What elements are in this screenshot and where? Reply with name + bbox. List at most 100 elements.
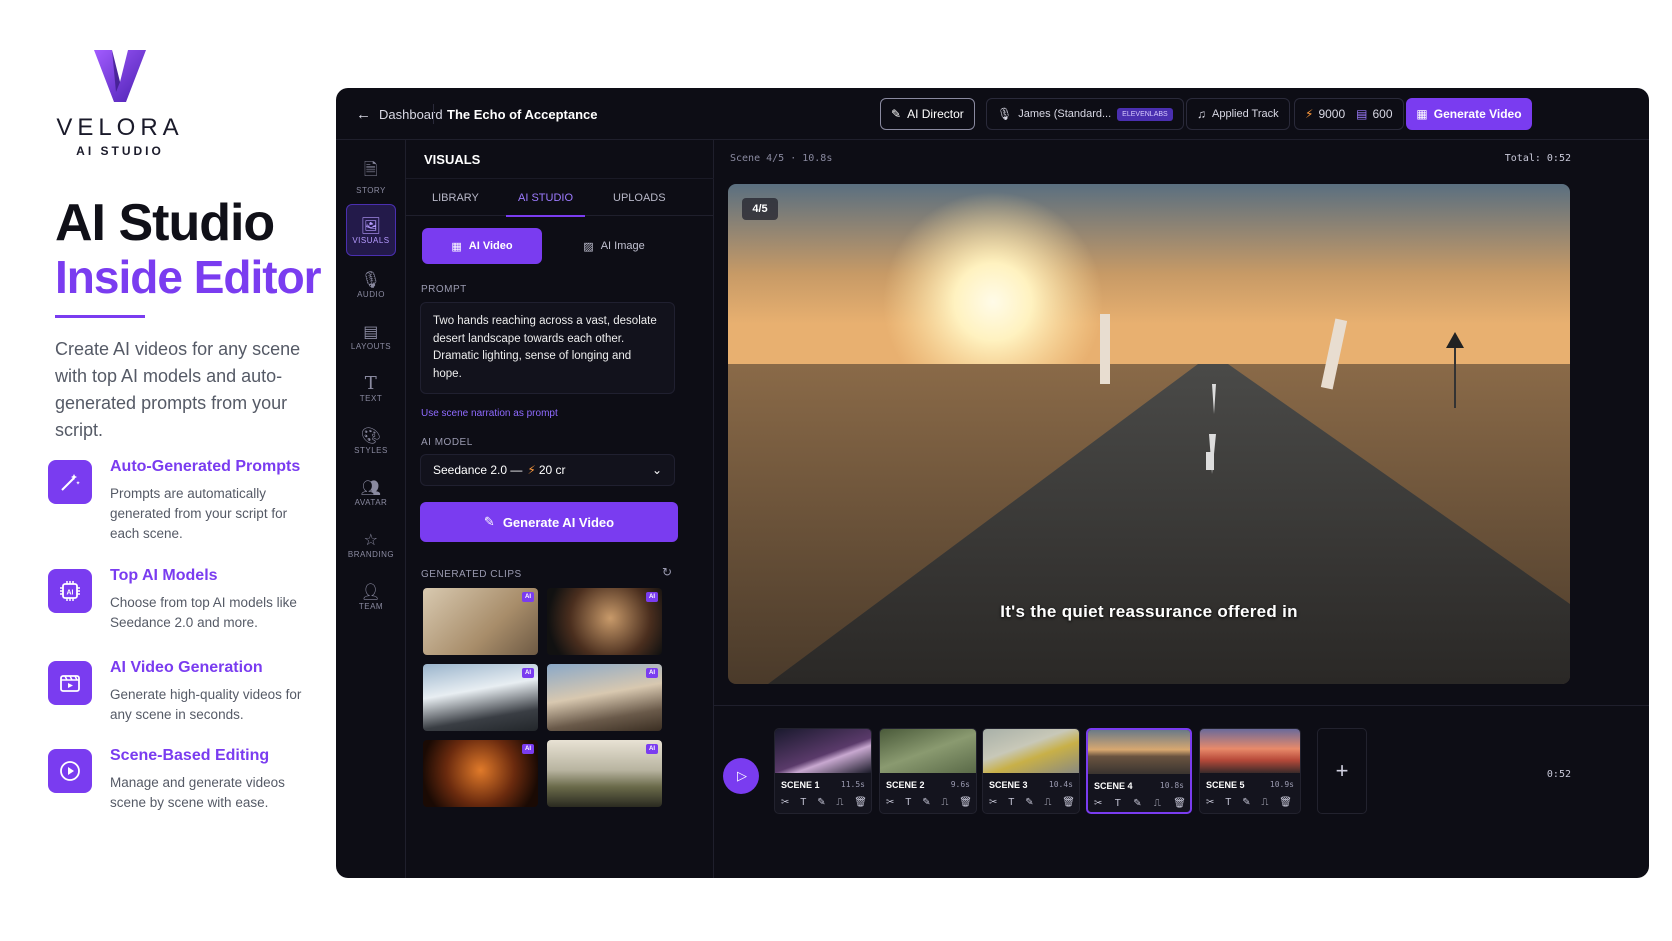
tab-ai-studio[interactable]: AI STUDIO [506,179,586,217]
scissors-icon[interactable]: ✂ [886,797,894,808]
sidebar-item-avatar[interactable]: 👥︎ AVATAR [346,466,396,518]
back-to-dashboard[interactable]: ← Dashboard [356,98,443,130]
text-icon[interactable]: T [800,797,806,808]
use-scene-narration-link[interactable]: Use scene narration as prompt [421,408,558,419]
generate-video-label: Generate Video [1433,107,1522,121]
feature-title: Top AI Models [110,567,218,584]
sidebar-item-story[interactable]: 🗎︎ STORY [346,150,396,202]
scene-card[interactable]: SCENE 1 11.5s ✂ T ✎ ⎍ 🗑︎ [774,728,872,814]
scene-card[interactable]: SCENE 5 10.9s ✂ T ✎ ⎍ 🗑︎ [1199,728,1301,814]
sidebar-item-branding[interactable]: ☆ BRANDING [346,518,396,570]
ai-badge: AI [522,592,534,602]
tab-library[interactable]: LIBRARY [432,179,479,217]
top-bar: ← Dashboard The Echo of Acceptance ✎ AI … [336,88,1649,140]
sidebar: 🗎︎ STORY 🖼︎ VISUALS 🎙︎ AUDIO ▤ LAYOUTS T TEXT… [336,140,406,878]
svg-text:AI: AI [67,590,74,597]
stamp-icon[interactable]: ⎍ [1261,797,1268,808]
model-select[interactable]: Seedance 2.0 — ⚡ 20 cr ⌄ [420,454,675,486]
edit-icon[interactable]: ✎ [1025,797,1033,808]
team-icon: 👤︎ [360,583,382,601]
edit-icon[interactable]: ✎ [922,797,930,808]
edit-icon[interactable]: ✎ [1242,797,1250,808]
sidebar-label: AUDIO [357,289,385,299]
ai-image-label: AI Image [600,240,645,252]
trash-icon[interactable]: 🗑︎ [1279,797,1292,808]
ai-director-button[interactable]: ✎ AI Director [880,98,975,130]
trash-icon[interactable]: 🗑︎ [1062,797,1075,808]
stamp-icon[interactable]: ⎍ [1044,797,1051,808]
trash-icon[interactable]: 🗑︎ [854,797,867,808]
voice-selector[interactable]: 🎙︎ James (Standard... ELEVENLABS [986,98,1184,130]
generate-video-button[interactable]: ▦ Generate Video [1406,98,1532,130]
scene-duration: 11.5s [840,780,865,789]
stamp-icon[interactable]: ⎍ [941,797,948,808]
film-icon: ▦ [451,240,462,253]
sidebar-label: STORY [356,186,386,195]
project-title[interactable]: The Echo of Acceptance [447,98,598,130]
scene-name: SCENE 2 [886,780,925,790]
scissors-icon[interactable]: ✂ [1206,797,1214,808]
scene-card[interactable]: SCENE 3 10.4s ✂ T ✎ ⎍ 🗑︎ [982,728,1080,814]
sidebar-label: VISUALS [352,235,390,245]
sidebar-item-layouts[interactable]: ▤ LAYOUTS [346,310,396,362]
play-circle-icon [48,749,92,793]
generated-clip[interactable]: AI [423,588,538,655]
prompt-label: PROMPT [421,284,467,295]
generate-ai-video-button[interactable]: ✎ Generate AI Video [420,502,678,542]
hero-description: Create AI videos for any scene with top … [55,339,301,440]
generated-clip[interactable]: AI [423,740,538,807]
ai-video-toggle[interactable]: ▦ AI Video [422,228,542,264]
trash-icon[interactable]: 🗑︎ [959,797,972,808]
sidebar-item-text[interactable]: T TEXT [346,362,396,414]
stamp-icon[interactable]: ⎍ [1154,798,1161,809]
scene-duration: 10.9s [1269,780,1294,789]
sidebar-item-visuals[interactable]: 🖼︎ VISUALS [346,204,396,256]
sidebar-label: BRANDING [347,549,395,559]
generated-clip[interactable]: AI [547,740,662,807]
sidebar-item-styles[interactable]: 🎨︎ STYLES [346,414,396,466]
scene-card-active[interactable]: SCENE 4 10.8s ✂ T ✎ ⎍ 🗑︎ [1086,728,1192,814]
video-clapper-icon [48,661,92,705]
trash-icon[interactable]: 🗑︎ [1173,798,1186,809]
music-icon: ♫ [1197,107,1206,121]
scene-info: Scene 4/5 · 10.8s [730,153,833,164]
voice-label: James (Standard... [1018,108,1112,120]
add-scene-button[interactable]: + [1317,728,1367,814]
document-icon: 🗎︎ [363,160,379,179]
text-icon[interactable]: T [1115,798,1121,809]
refresh-icon[interactable]: ↻ [662,565,672,579]
ai-image-toggle[interactable]: ▨ AI Image [554,228,674,264]
prompt-input[interactable]: Two hands reaching across a vast, desola… [420,302,675,394]
feature-desc: Prompts are automatically generated from… [110,486,288,541]
tab-uploads[interactable]: UPLOADS [613,179,666,217]
applied-track-button[interactable]: ♫ Applied Track [1186,98,1290,130]
feature-title: Auto-Generated Prompts [110,458,301,475]
sidebar-item-team[interactable]: 👤︎ TEAM [346,570,396,622]
feature-desc: Choose from top AI models like Seedance … [110,595,297,630]
generated-clip[interactable]: AI [547,588,662,655]
generated-clip[interactable]: AI [547,664,662,731]
stamp-icon[interactable]: ⎍ [836,797,843,808]
scene-tools: ✂ T ✎ ⎍ 🗑︎ [1094,798,1186,809]
feature-title: AI Video Generation [110,659,263,676]
generated-clip[interactable]: AI [423,664,538,731]
scene-badge: 4/5 [742,198,778,220]
video-preview[interactable]: 4/5 It's the quiet reassurance offered i… [728,184,1570,684]
scissors-icon[interactable]: ✂ [781,797,789,808]
scissors-icon[interactable]: ✂ [989,797,997,808]
scene-card[interactable]: SCENE 2 9.6s ✂ T ✎ ⎍ 🗑︎ [879,728,977,814]
text-icon[interactable]: T [905,797,911,808]
scene-duration: 10.4s [1048,780,1073,789]
scissors-icon[interactable]: ✂ [1094,798,1102,809]
hero-underline [55,315,145,318]
scene-tools: ✂ T ✎ ⎍ 🗑︎ [989,797,1075,808]
text-icon: T [364,373,378,394]
text-icon[interactable]: T [1008,797,1014,808]
brand-sub: AI STUDIO [76,144,164,158]
sidebar-item-audio[interactable]: 🎙︎ AUDIO [346,258,396,310]
text-icon[interactable]: T [1225,797,1231,808]
play-button[interactable]: ▷ [723,758,759,794]
edit-icon[interactable]: ✎ [1133,798,1141,809]
edit-icon[interactable]: ✎ [817,797,825,808]
user-group-icon: 👥︎ [360,479,382,497]
